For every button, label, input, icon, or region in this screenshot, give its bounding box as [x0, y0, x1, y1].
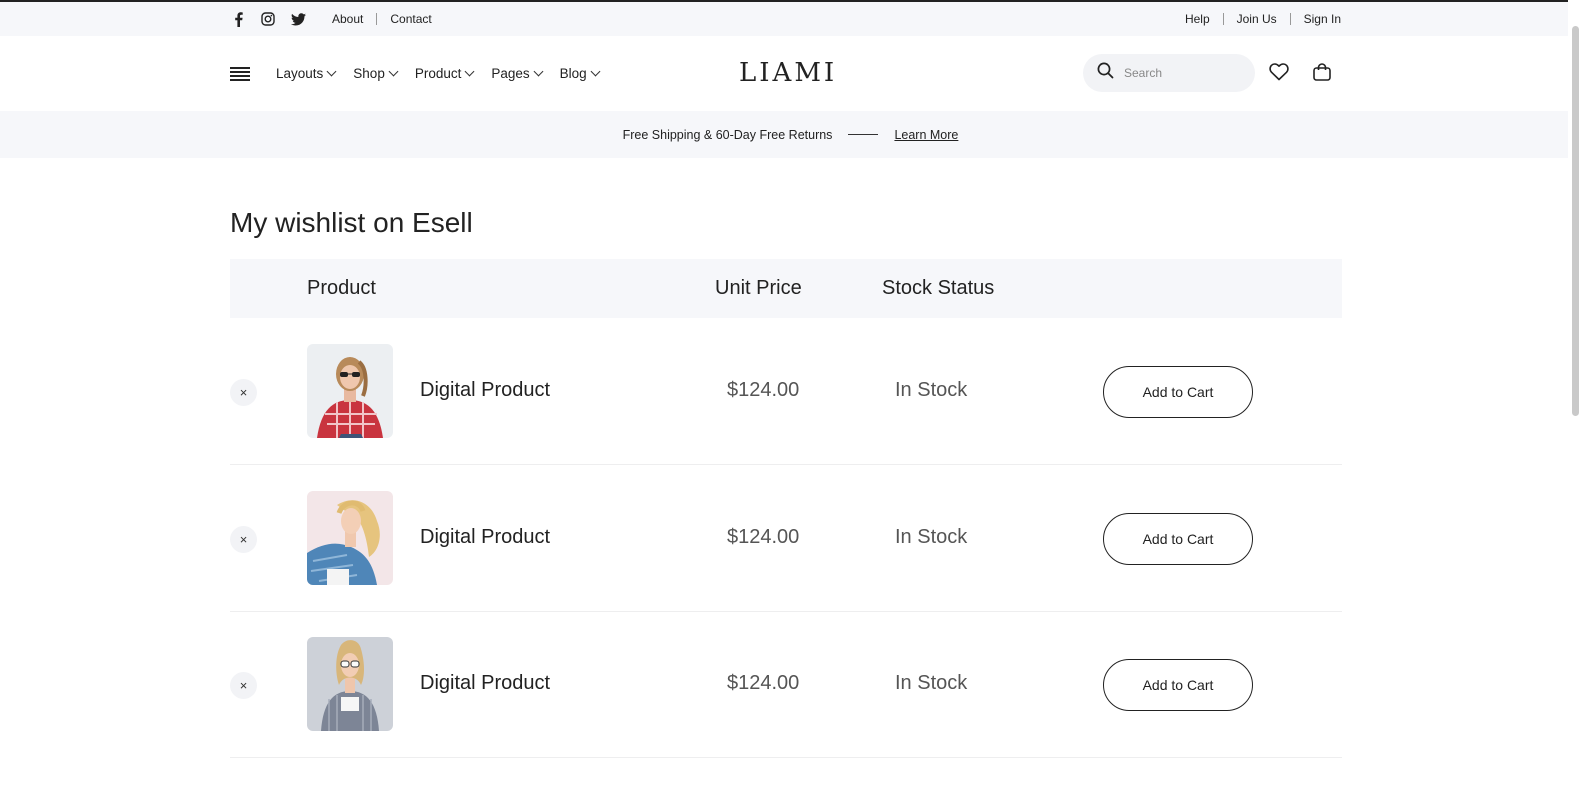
table-row: × Digital Product $124.00 In Stock Add t…	[230, 611, 1342, 758]
product-image[interactable]	[307, 491, 393, 585]
scrollbar-thumb[interactable]	[1572, 26, 1579, 416]
help-link[interactable]: Help	[1185, 12, 1210, 26]
nav-label: Shop	[353, 66, 385, 81]
facebook-icon[interactable]	[230, 11, 246, 27]
site-logo[interactable]: LIAMI	[739, 58, 837, 88]
nav-product[interactable]: Product	[414, 66, 475, 81]
remove-item-button[interactable]: ×	[230, 526, 257, 553]
nav-blog[interactable]: Blog	[559, 66, 601, 81]
product-name[interactable]: Digital Product	[420, 672, 550, 695]
nav-label: Product	[414, 66, 462, 81]
top-bar: About Contact Help Join Us Sign In	[0, 2, 1581, 36]
column-header-product: Product	[307, 277, 376, 299]
promo-bar: Free Shipping & 60-Day Free Returns Lear…	[0, 111, 1581, 158]
learn-more-link[interactable]: Learn More	[894, 128, 958, 142]
add-to-cart-button[interactable]: Add to Cart	[1103, 366, 1253, 418]
stock-status: In Stock	[895, 379, 968, 401]
remove-item-button[interactable]: ×	[230, 672, 257, 699]
stock-status: In Stock	[895, 672, 968, 694]
unit-price: $124.00	[727, 526, 800, 548]
contact-link[interactable]: Contact	[390, 12, 431, 26]
menu-icon[interactable]	[230, 66, 250, 81]
remove-item-button[interactable]: ×	[230, 379, 257, 406]
product-name[interactable]: Digital Product	[420, 526, 550, 549]
nav-shop[interactable]: Shop	[353, 66, 399, 81]
chevron-down-icon	[533, 66, 544, 77]
nav-pages[interactable]: Pages	[491, 66, 544, 81]
scrollbar[interactable]	[1568, 0, 1581, 800]
nav-label: Pages	[491, 66, 530, 81]
social-links	[230, 11, 306, 27]
main-nav: Layouts Shop Product Pages Blog	[276, 66, 601, 81]
product-image[interactable]	[307, 637, 393, 731]
unit-price: $124.00	[727, 379, 800, 401]
stock-status: In Stock	[895, 526, 968, 548]
instagram-icon[interactable]	[260, 11, 276, 27]
product-image[interactable]	[307, 344, 393, 438]
unit-price: $124.00	[727, 672, 800, 694]
chevron-down-icon	[326, 66, 337, 77]
column-header-stock-status: Stock Status	[882, 277, 995, 299]
main-header: Layouts Shop Product Pages Blog LIAMI	[0, 36, 1581, 111]
divider	[848, 134, 879, 135]
divider	[376, 13, 378, 25]
add-to-cart-button[interactable]: Add to Cart	[1103, 513, 1253, 565]
chevron-down-icon	[590, 66, 601, 77]
divider	[1222, 13, 1224, 25]
product-name[interactable]: Digital Product	[420, 379, 550, 402]
twitter-icon[interactable]	[290, 11, 306, 27]
chevron-down-icon	[388, 66, 399, 77]
search-icon[interactable]	[1097, 62, 1114, 84]
about-link[interactable]: About	[332, 12, 363, 26]
divider	[1289, 13, 1291, 25]
search-input[interactable]	[1124, 66, 1234, 80]
nav-label: Layouts	[276, 66, 324, 81]
chevron-down-icon	[464, 66, 475, 77]
promo-text: Free Shipping & 60-Day Free Returns	[622, 127, 833, 142]
heart-icon[interactable]	[1268, 61, 1290, 83]
page-title: My wishlist on Esell	[230, 207, 473, 238]
sign-in-link[interactable]: Sign In	[1304, 12, 1341, 26]
table-row: × Digital Product $124.00 In Stock Add t…	[230, 318, 1342, 465]
add-to-cart-button[interactable]: Add to Cart	[1103, 659, 1253, 711]
column-header-unit-price: Unit Price	[715, 277, 802, 299]
search-box[interactable]	[1083, 54, 1255, 92]
table-header: Product Unit Price Stock Status	[230, 259, 1342, 318]
nav-label: Blog	[559, 66, 587, 81]
shopping-bag-icon[interactable]	[1311, 61, 1333, 83]
join-us-link[interactable]: Join Us	[1237, 12, 1277, 26]
table-row: × Digital Product $124.00 In Stock Add t…	[230, 465, 1342, 612]
nav-layouts[interactable]: Layouts	[276, 66, 337, 81]
